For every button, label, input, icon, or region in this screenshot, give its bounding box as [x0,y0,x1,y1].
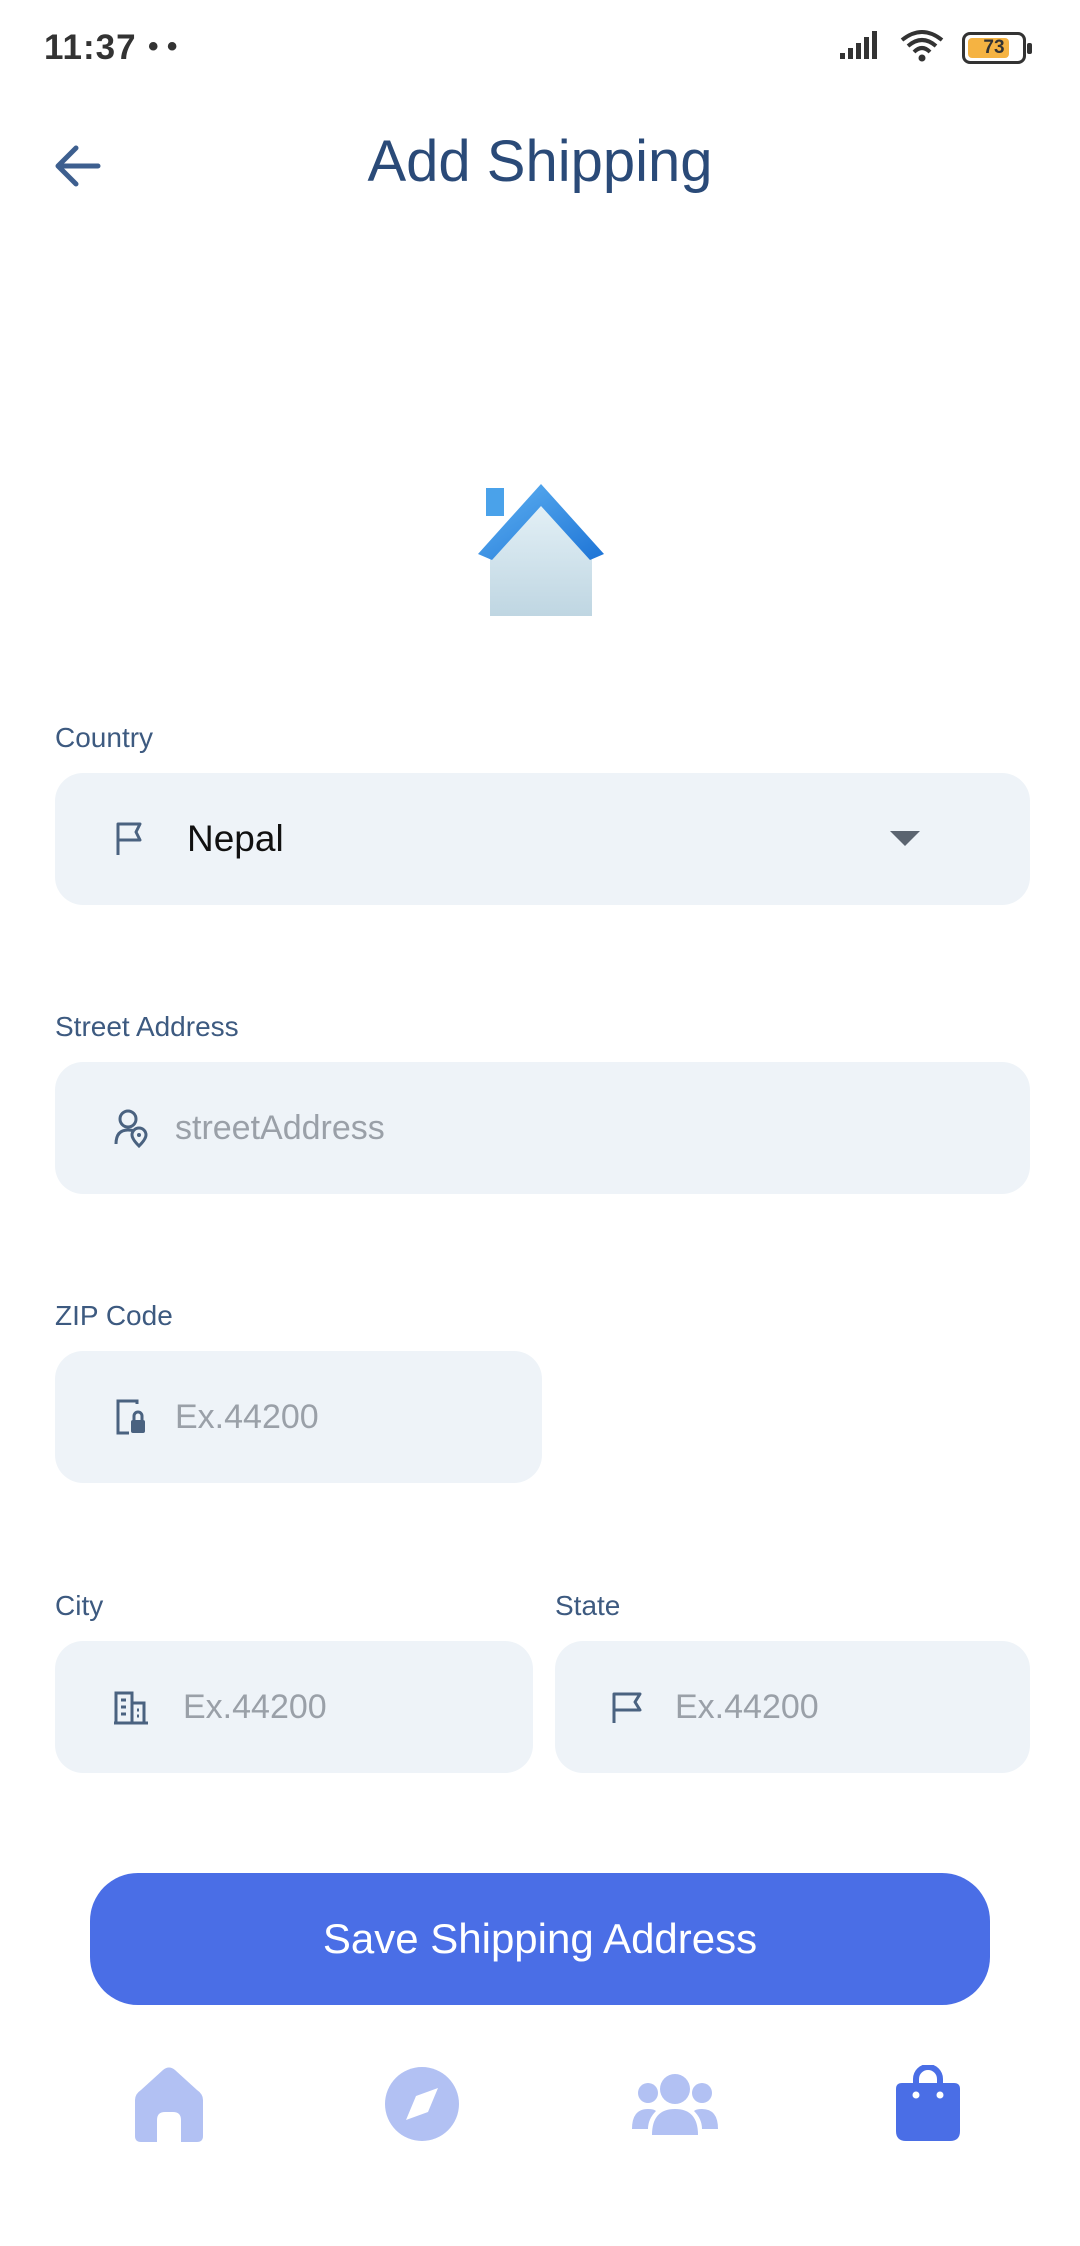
signal-icon [838,29,882,66]
state-label: State [555,1590,621,1621]
wifi-icon [900,28,944,67]
status-time: 11:37 [44,28,137,67]
house-icon [478,478,604,618]
compass-icon [384,2066,460,2147]
nav-item-explore[interactable] [372,2056,472,2156]
nav-item-shop[interactable] [878,2056,978,2156]
zip-code-field[interactable]: Ex.44200 [55,1351,542,1483]
street-address-placeholder: streetAddress [175,1108,385,1147]
lock-document-icon [111,1397,151,1437]
street-address-label: Street Address [55,1011,239,1042]
country-value: Nepal [187,818,284,859]
save-shipping-address-button[interactable]: Save Shipping Address [90,1873,990,2005]
home-icon [131,2064,207,2149]
battery-level: 73 [983,36,1005,58]
city-field[interactable]: Ex.44200 [55,1641,533,1773]
zip-code-label: ZIP Code [55,1300,173,1331]
zip-code-placeholder: Ex.44200 [175,1397,319,1436]
community-icon [632,2069,718,2144]
chevron-down-icon [890,831,920,846]
flag-icon [111,819,151,859]
status-indicators: • • [148,30,178,63]
city-label: City [55,1590,104,1621]
nav-item-home[interactable] [119,2056,219,2156]
country-select[interactable]: Nepal [55,773,1030,905]
building-icon [111,1687,151,1727]
flag-icon [607,1687,647,1727]
battery-icon: 73 [962,31,1032,64]
state-placeholder: Ex.44200 [675,1687,819,1726]
status-bar: 11:37 • • 73 [0,0,1080,95]
country-label: Country [55,722,154,753]
user-location-icon [111,1108,151,1148]
bottom-navigation [0,2040,1080,2170]
city-placeholder: Ex.44200 [183,1687,327,1726]
shopping-bag-icon [892,2063,964,2148]
nav-item-community[interactable] [625,2056,725,2156]
state-field[interactable]: Ex.44200 [555,1641,1030,1773]
page-title: Add Shipping [367,129,713,194]
street-address-field[interactable]: streetAddress [55,1062,1030,1194]
